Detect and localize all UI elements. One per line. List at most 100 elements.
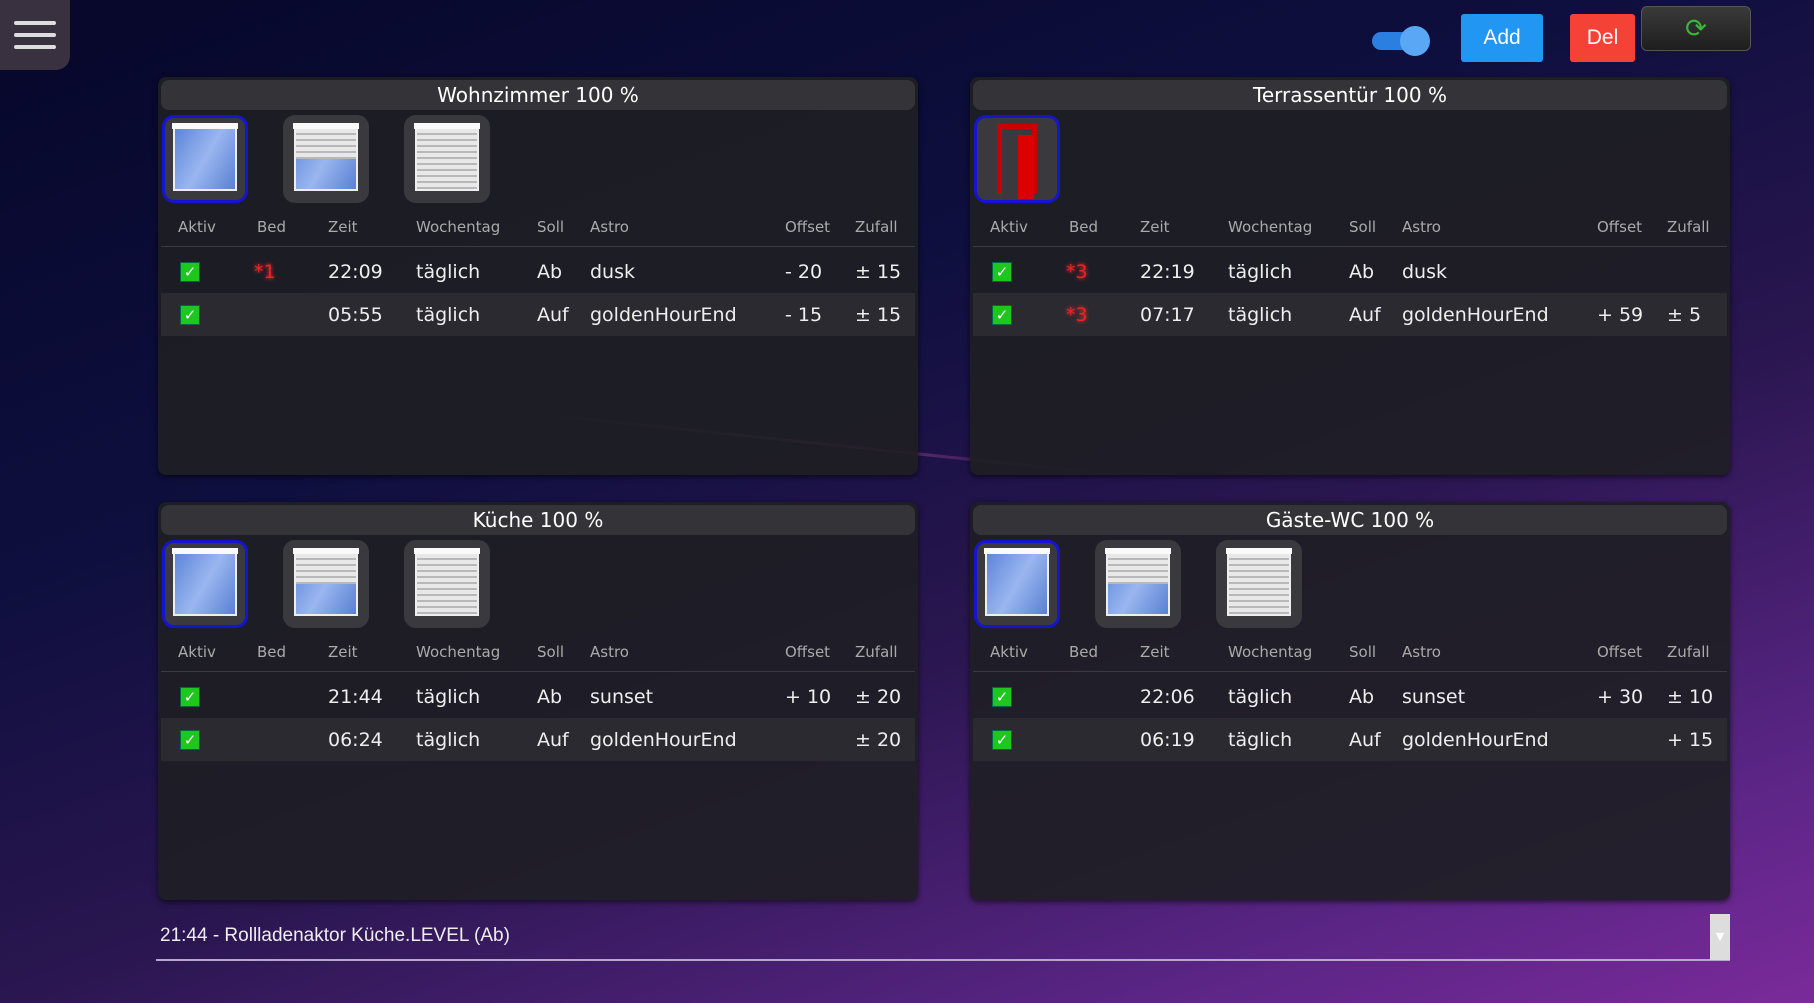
- column-header-wochentag: Wochentag: [1228, 642, 1313, 661]
- toggle-switch[interactable]: [1372, 25, 1432, 56]
- active-checkbox[interactable]: ✓: [992, 729, 1012, 750]
- cell-soll: Auf: [1349, 728, 1381, 751]
- door-icon: [997, 124, 1037, 199]
- column-header-offset: Offset: [1597, 642, 1643, 661]
- cell-wochentag: täglich: [1228, 685, 1293, 708]
- table-row[interactable]: ✓ *1 22:09 täglich Ab dusk - 20 ± 15: [161, 250, 915, 293]
- window-shutter-icon: [172, 123, 238, 191]
- active-checkbox[interactable]: ✓: [992, 686, 1012, 707]
- active-checkbox[interactable]: ✓: [180, 261, 200, 282]
- shutter-50-button[interactable]: [283, 115, 369, 203]
- cell-soll: Ab: [537, 260, 563, 283]
- cell-bed: *3: [1066, 303, 1088, 326]
- door-open-button[interactable]: [974, 115, 1060, 203]
- cell-astro: sunset: [1402, 685, 1466, 708]
- table-row[interactable]: ✓ 06:24 täglich Auf goldenHourEnd ± 20: [161, 718, 915, 761]
- column-header-offset: Offset: [1597, 217, 1643, 236]
- cell-offset: + 30: [1597, 685, 1644, 708]
- cell-wochentag: täglich: [416, 260, 481, 283]
- table-row[interactable]: ✓ 21:44 täglich Ab sunset + 10 ± 20: [161, 675, 915, 718]
- column-header-astro: Astro: [1402, 642, 1441, 661]
- column-header-soll: Soll: [1349, 217, 1377, 236]
- table-row[interactable]: ✓ *3 07:17 täglich Auf goldenHourEnd + 59 ± 5: [973, 293, 1727, 336]
- active-checkbox[interactable]: ✓: [180, 686, 200, 707]
- shutter-100-button[interactable]: [404, 115, 490, 203]
- column-header-wochentag: Wochentag: [416, 642, 501, 661]
- schedule-panel: Terrassentür 100 % Aktiv Bed Zeit Wochentag S…: [970, 77, 1730, 475]
- cell-soll: Ab: [1349, 685, 1375, 708]
- schedule-panel: Wohnzimmer 100 % Aktiv Bed Zeit Wochentag Sol…: [158, 77, 918, 475]
- column-header-offset: Offset: [785, 217, 831, 236]
- cell-zeit: 05:55: [328, 303, 383, 326]
- column-header-aktiv: Aktiv: [990, 642, 1028, 661]
- status-select-value[interactable]: 21:44 - Rollladenaktor Küche.LEVEL (Ab): [160, 925, 510, 947]
- active-checkbox[interactable]: ✓: [180, 729, 200, 750]
- table-header: Aktiv Bed Zeit Wochentag Soll Astro Offset Zufa…: [973, 207, 1727, 247]
- window-shutter-icon: [1226, 548, 1292, 616]
- cell-wochentag: täglich: [416, 685, 481, 708]
- window-shutter-icon: [293, 123, 359, 191]
- cell-soll: Auf: [537, 303, 569, 326]
- column-header-wochentag: Wochentag: [416, 217, 501, 236]
- column-header-zufall: Zufall: [855, 217, 898, 236]
- shutter-100-button[interactable]: [1216, 540, 1302, 628]
- cell-zeit: 06:24: [328, 728, 383, 751]
- dropdown-arrow-icon[interactable]: ▼: [1710, 914, 1730, 960]
- cell-zeit: 07:17: [1140, 303, 1195, 326]
- column-header-astro: Astro: [1402, 217, 1441, 236]
- column-header-offset: Offset: [785, 642, 831, 661]
- table-row[interactable]: ✓ 22:06 täglich Ab sunset + 30 ± 10: [973, 675, 1727, 718]
- cell-zufall: ± 15: [855, 260, 902, 283]
- column-header-zeit: Zeit: [328, 217, 358, 236]
- cell-soll: Ab: [1349, 260, 1375, 283]
- cell-offset: - 15: [785, 303, 823, 326]
- add-button[interactable]: Add: [1461, 14, 1543, 62]
- window-shutter-icon: [293, 548, 359, 616]
- cell-astro: goldenHourEnd: [590, 303, 737, 326]
- table-row[interactable]: ✓ *3 22:19 täglich Ab dusk: [973, 250, 1727, 293]
- refresh-button[interactable]: ⟳: [1641, 6, 1751, 51]
- table-row[interactable]: ✓ 05:55 täglich Auf goldenHourEnd - 15 ± 15: [161, 293, 915, 336]
- cell-wochentag: täglich: [416, 303, 481, 326]
- shutter-0-button[interactable]: [162, 540, 248, 628]
- column-header-soll: Soll: [537, 217, 565, 236]
- cell-zufall: ± 20: [855, 685, 902, 708]
- cell-astro: goldenHourEnd: [1402, 303, 1549, 326]
- column-header-astro: Astro: [590, 642, 629, 661]
- cell-zufall: ± 10: [1667, 685, 1714, 708]
- active-checkbox[interactable]: ✓: [992, 304, 1012, 325]
- shutter-50-button[interactable]: [1095, 540, 1181, 628]
- cell-soll: Auf: [1349, 303, 1381, 326]
- column-header-soll: Soll: [1349, 642, 1377, 661]
- cell-wochentag: täglich: [416, 728, 481, 751]
- cell-astro: goldenHourEnd: [590, 728, 737, 751]
- cell-bed: *3: [1066, 260, 1088, 283]
- column-header-bed: Bed: [257, 217, 287, 236]
- column-header-soll: Soll: [537, 642, 565, 661]
- table-row[interactable]: ✓ 06:19 täglich Auf goldenHourEnd + 15: [973, 718, 1727, 761]
- column-header-zeit: Zeit: [328, 642, 358, 661]
- shutter-0-button[interactable]: [162, 115, 248, 203]
- column-header-zeit: Zeit: [1140, 217, 1170, 236]
- active-checkbox[interactable]: ✓: [992, 261, 1012, 282]
- cell-astro: dusk: [590, 260, 636, 283]
- shutter-100-button[interactable]: [404, 540, 490, 628]
- cell-astro: goldenHourEnd: [1402, 728, 1549, 751]
- shutter-0-button[interactable]: [974, 540, 1060, 628]
- cell-zufall: + 15: [1667, 728, 1714, 751]
- cell-zufall: ± 15: [855, 303, 902, 326]
- cell-soll: Auf: [537, 728, 569, 751]
- column-header-zufall: Zufall: [1667, 217, 1710, 236]
- schedule-panel: Gäste-WC 100 % Aktiv Bed Zeit Wochentag Soll A…: [970, 502, 1730, 900]
- shutter-50-button[interactable]: [283, 540, 369, 628]
- table-header: Aktiv Bed Zeit Wochentag Soll Astro Offset Zufa…: [161, 207, 915, 247]
- window-shutter-icon: [414, 548, 480, 616]
- del-button[interactable]: Del: [1570, 14, 1635, 62]
- active-checkbox[interactable]: ✓: [180, 304, 200, 325]
- cell-astro: sunset: [590, 685, 654, 708]
- cell-offset: + 10: [785, 685, 832, 708]
- cell-offset: + 59: [1597, 303, 1644, 326]
- table-header: Aktiv Bed Zeit Wochentag Soll Astro Offset Zufa…: [161, 632, 915, 672]
- hamburger-menu-icon[interactable]: [0, 0, 70, 70]
- column-header-zeit: Zeit: [1140, 642, 1170, 661]
